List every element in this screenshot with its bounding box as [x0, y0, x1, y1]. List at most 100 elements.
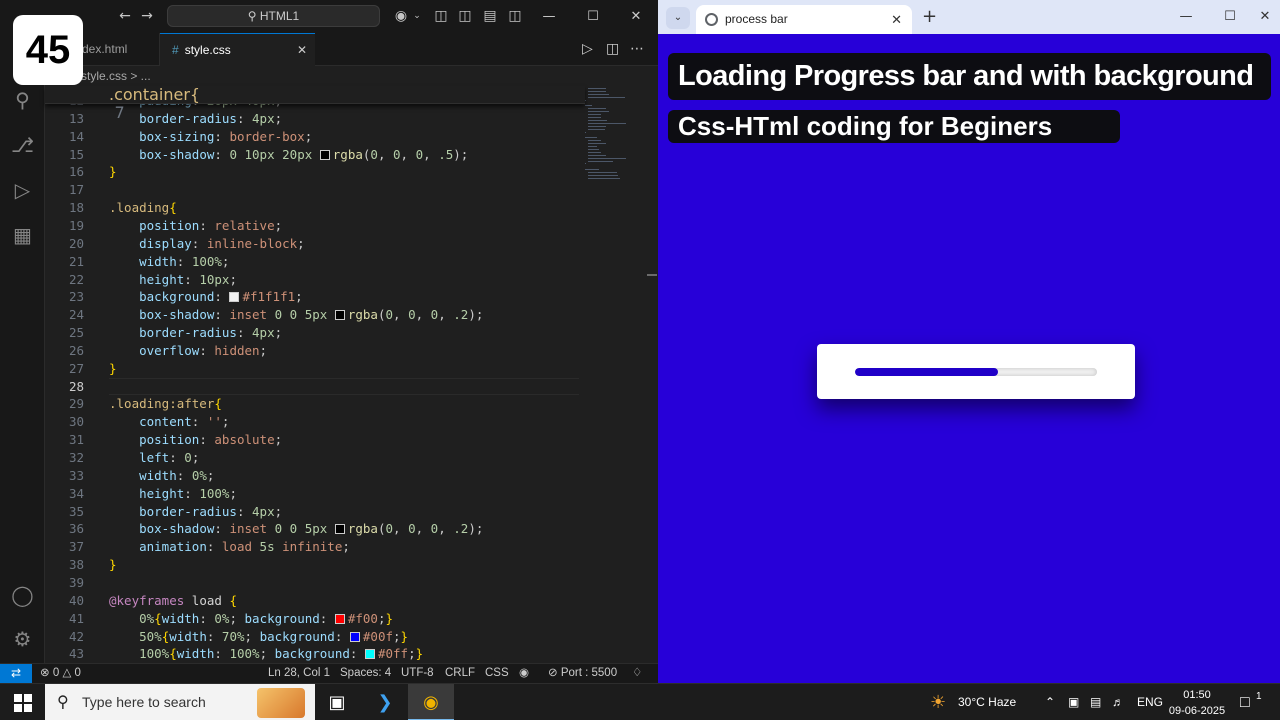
color-swatch[interactable] — [334, 524, 345, 535]
windows-start-icon[interactable] — [14, 694, 32, 712]
code-line[interactable]: 28 — [45, 377, 585, 396]
code-line[interactable]: 20 display: inline-block; — [45, 235, 585, 253]
close-window-button[interactable]: ✕ — [1250, 0, 1280, 34]
toggle-secondary-sidebar-icon[interactable]: ◫ — [506, 7, 524, 25]
code-line[interactable]: 18 .loading{ — [45, 199, 585, 217]
minimap-line — [585, 163, 586, 165]
code-line[interactable]: 37 animation: load 5s infinite; — [45, 538, 585, 556]
close-icon[interactable]: ✕ — [297, 34, 307, 67]
encoding[interactable]: UTF-8 — [401, 664, 434, 683]
code-line[interactable]: 31 position: absolute; — [45, 431, 585, 449]
line-number: 17 — [68, 182, 84, 198]
vscode-app-icon[interactable]: ❯ — [362, 684, 408, 720]
weather-icon[interactable]: ☀ — [930, 684, 946, 720]
task-view-icon[interactable]: ▣ — [314, 684, 360, 720]
end-of-line[interactable]: CRLF — [445, 664, 475, 683]
color-swatch[interactable] — [229, 292, 240, 303]
color-swatch[interactable] — [319, 149, 330, 160]
chevron-down-icon[interactable]: ⌄ — [408, 7, 426, 25]
code-line[interactable]: 35 border-radius: 4px; — [45, 503, 585, 521]
split-editor-icon[interactable]: ◫ — [606, 33, 619, 66]
weather-text[interactable]: 30°C Haze — [958, 684, 1016, 720]
notification-icon[interactable]: □ — [1240, 684, 1250, 720]
code-line[interactable]: 38} — [45, 556, 585, 574]
chrome-app-icon[interactable]: ◉ — [408, 684, 454, 720]
code-line[interactable]: 19 position: relative; — [45, 217, 585, 235]
code-line[interactable]: 13 border-radius: 4px; — [45, 110, 585, 128]
code-line[interactable]: 14 box-sizing: border-box; — [45, 128, 585, 146]
more-actions-icon[interactable]: ⋯ — [630, 33, 644, 66]
browser-tab[interactable]: process bar ✕ — [696, 5, 912, 34]
code-line[interactable]: 33 width: 0%; — [45, 467, 585, 485]
tab-style-css[interactable]: # style.css ✕ — [160, 33, 315, 66]
color-swatch[interactable] — [334, 310, 345, 321]
volume-icon[interactable]: ♬ — [1112, 684, 1124, 720]
code-line[interactable]: 30 content: ''; — [45, 413, 585, 431]
code-line[interactable]: 36 box-shadow: inset 0 0 5px rgba(0, 0, … — [45, 520, 585, 538]
minimap[interactable] — [585, 86, 645, 186]
language-indicator[interactable]: ENG — [1137, 684, 1163, 720]
sticky-scroll-line[interactable]: 7 .container{ — [45, 86, 585, 121]
code-line[interactable]: 32 left: 0; — [45, 449, 585, 467]
run-debug-icon[interactable]: ▷ — [10, 178, 35, 203]
run-icon[interactable]: ▷ — [582, 33, 593, 66]
breadcrumb[interactable]: style.css > ... — [45, 66, 658, 86]
forward-arrow-icon[interactable]: → — [138, 7, 156, 25]
code-line[interactable]: 43 100%{width: 100%; background: #0ff;} — [45, 645, 585, 663]
minimize-button[interactable]: — — [526, 0, 572, 33]
code-line[interactable]: 21 width: 100%; — [45, 253, 585, 271]
line-number: 28 — [68, 378, 84, 394]
meet-now-icon[interactable]: ▣ — [1068, 684, 1079, 720]
language-mode[interactable]: CSS — [485, 664, 509, 683]
live-server-port[interactable]: ⊘ Port : 5500 — [548, 664, 617, 683]
scrollbar-thumb[interactable] — [647, 274, 657, 276]
back-arrow-icon[interactable]: ← — [116, 7, 134, 25]
close-icon[interactable]: ✕ — [891, 5, 902, 34]
code-line[interactable]: 42 50%{width: 70%; background: #00f;} — [45, 628, 585, 646]
maximize-button[interactable]: ☐ — [570, 0, 616, 33]
layout-icon[interactable]: ◫ — [432, 7, 450, 25]
account-icon[interactable]: ◯ — [10, 583, 35, 608]
network-icon[interactable]: ▤ — [1090, 684, 1101, 720]
code-line[interactable]: 22 height: 10px; — [45, 271, 585, 289]
code-line[interactable]: 16} — [45, 163, 585, 181]
code-line[interactable]: 41 0%{width: 0%; background: #f00;} — [45, 610, 585, 628]
minimize-button[interactable]: — — [1164, 0, 1208, 34]
search-icon[interactable]: ⚲ — [10, 88, 35, 113]
clock[interactable]: 01:50 09-06-2025 — [1168, 687, 1226, 719]
code-line[interactable]: 39 — [45, 574, 585, 592]
problems-indicator[interactable]: ⊗ 0 △ 0 — [40, 664, 81, 683]
bell-icon[interactable]: ♢ — [632, 664, 642, 683]
code-line[interactable]: 24 box-shadow: inset 0 0 5px rgba(0, 0, … — [45, 306, 585, 324]
code-line[interactable]: 23 background: #f1f1f1; — [45, 288, 585, 306]
code-line[interactable]: 26 overflow: hidden; — [45, 342, 585, 360]
extensions-icon[interactable]: ▦ — [10, 223, 35, 248]
chevron-up-icon[interactable]: ⌃ — [1045, 684, 1055, 720]
code-line[interactable]: 15 box-shadow: 0 10px 20px rgba(0, 0, 0,… — [45, 146, 585, 164]
code-line[interactable]: 25 border-radius: 4px; — [45, 324, 585, 342]
copilot-status-icon[interactable]: ◉ — [519, 664, 529, 683]
taskbar-search-box[interactable]: ⚲ Type here to search — [45, 684, 315, 720]
close-window-button[interactable]: ✕ — [613, 0, 659, 33]
new-tab-icon[interactable]: + — [922, 4, 937, 30]
code-line[interactable]: 34 height: 100%; — [45, 485, 585, 503]
command-center[interactable]: ⚲ HTML1 — [167, 5, 380, 27]
remote-icon[interactable]: ⇄ — [0, 664, 32, 684]
code-line[interactable]: 17 — [45, 181, 585, 199]
color-swatch[interactable] — [349, 631, 360, 642]
search-icon: ⚲ — [57, 694, 69, 711]
gear-icon[interactable]: ⚙ — [10, 627, 35, 652]
code-line[interactable]: 29 .loading:after{ — [45, 395, 585, 413]
maximize-button[interactable]: ☐ — [1208, 0, 1252, 34]
code-editor[interactable]: 12 padding: 20px 40px;13 border-radius: … — [45, 86, 585, 663]
color-swatch[interactable] — [334, 613, 345, 624]
toggle-panel-icon[interactable]: ▤ — [481, 7, 499, 25]
code-line[interactable]: 40 @keyframes load { — [45, 592, 585, 610]
color-swatch[interactable] — [364, 649, 375, 660]
tab-search-icon[interactable]: ⌄ — [666, 7, 690, 29]
cursor-position[interactable]: Ln 28, Col 1 — [268, 664, 330, 683]
toggle-sidebar-icon[interactable]: ◫ — [456, 7, 474, 25]
code-line[interactable]: 27} — [45, 360, 585, 378]
indentation[interactable]: Spaces: 4 — [340, 664, 391, 683]
source-control-icon[interactable]: ⎇ — [10, 133, 35, 158]
